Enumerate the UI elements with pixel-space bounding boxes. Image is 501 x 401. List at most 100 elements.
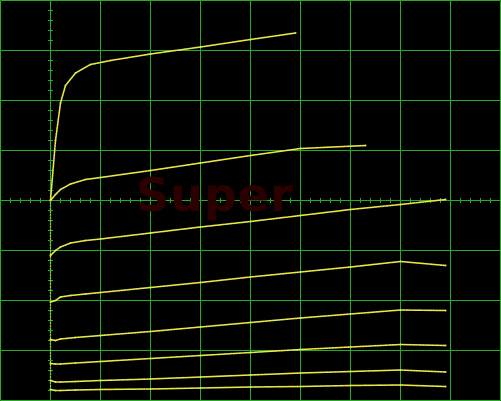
trace-point <box>444 198 447 201</box>
trace-point <box>99 388 102 391</box>
trace-point <box>399 203 402 206</box>
trace-point <box>199 46 202 48</box>
trace-point <box>199 281 202 284</box>
trace-point <box>59 338 62 340</box>
trace-point <box>69 294 72 297</box>
trace-line-7 <box>49 369 447 383</box>
trace-point <box>444 264 447 267</box>
trace-point <box>399 384 402 386</box>
trace-point <box>149 388 152 390</box>
trace-point <box>199 387 202 389</box>
trace-point <box>54 139 57 142</box>
trace-point <box>299 372 302 374</box>
trace-point <box>349 266 352 268</box>
trace-point <box>444 309 447 312</box>
trace-point <box>349 370 352 373</box>
trace-point <box>444 385 447 388</box>
trace-point <box>249 386 252 388</box>
trace-line-6 <box>49 343 447 365</box>
trace-point <box>149 357 152 360</box>
trace-point <box>54 363 57 365</box>
trace-point <box>59 389 62 392</box>
trace-point <box>99 360 102 363</box>
trace-point <box>149 378 152 380</box>
trace-point <box>149 286 152 289</box>
trace-point <box>74 362 77 364</box>
trace-point <box>299 348 302 351</box>
trace-point <box>54 389 57 392</box>
trace-point <box>84 239 87 242</box>
trace-point <box>59 102 62 104</box>
trace-line-2 <box>49 144 367 202</box>
trace-line-8 <box>49 384 447 392</box>
trace-point <box>59 296 62 298</box>
trace-line-5 <box>49 309 447 342</box>
trace-point <box>249 38 252 41</box>
trace-point <box>249 374 252 376</box>
trace-point <box>299 147 302 150</box>
trace-point <box>59 188 62 191</box>
trace-point <box>444 344 447 347</box>
trace-point <box>89 63 92 66</box>
trace-point <box>84 178 87 181</box>
trace-point <box>249 351 252 354</box>
trace-point <box>59 246 62 248</box>
trace-point <box>399 343 402 346</box>
trace-point <box>249 321 252 324</box>
trace-point <box>199 354 202 357</box>
trace-point <box>349 346 352 348</box>
trace-point <box>54 299 57 302</box>
trace-point <box>349 208 352 211</box>
trace-point <box>249 154 252 157</box>
trace-point <box>74 380 77 383</box>
trace-point <box>149 232 152 234</box>
trace-point <box>399 260 402 263</box>
trace-point <box>54 381 57 383</box>
trace-point <box>294 32 297 34</box>
trace-point <box>349 384 352 387</box>
trace-point <box>99 291 102 294</box>
trace-point <box>49 362 52 365</box>
trace-point <box>69 183 72 185</box>
graticule <box>0 0 501 401</box>
trace-point <box>99 334 102 337</box>
trace-line-3 <box>49 198 447 257</box>
trace-point <box>149 330 152 333</box>
trace-point <box>199 162 202 164</box>
trace-point <box>349 313 352 315</box>
trace-group <box>49 32 447 392</box>
trace-point <box>299 385 302 388</box>
trace-point <box>54 339 57 342</box>
trace-point <box>149 53 152 55</box>
trace-point <box>99 176 102 179</box>
trace-point <box>64 84 67 87</box>
trace-point <box>249 220 252 223</box>
trace-point <box>69 242 72 244</box>
trace-point <box>54 193 57 196</box>
trace-point <box>299 214 302 217</box>
trace-point <box>399 369 402 371</box>
trace-point <box>199 226 202 228</box>
trace-point <box>49 338 52 341</box>
trace-point <box>99 238 102 240</box>
trace-point <box>49 254 52 257</box>
trace-point <box>59 381 62 383</box>
trace-point <box>399 309 402 311</box>
trace-point <box>84 293 87 295</box>
trace-point <box>109 59 112 62</box>
trace-point <box>74 72 77 74</box>
trace-point <box>59 363 62 365</box>
trace-point <box>74 389 77 391</box>
trace-plot <box>0 0 501 401</box>
trace-point <box>99 379 102 382</box>
trace-line-4 <box>49 260 447 303</box>
trace-point <box>299 317 302 319</box>
trace-point <box>74 336 77 339</box>
trace-point <box>444 371 447 373</box>
trace-point <box>249 276 252 278</box>
trace-point <box>54 249 57 252</box>
oscilloscope-screen: Super <box>0 0 501 401</box>
trace-point <box>364 144 367 147</box>
trace-point <box>299 271 302 273</box>
trace-point <box>199 376 202 378</box>
